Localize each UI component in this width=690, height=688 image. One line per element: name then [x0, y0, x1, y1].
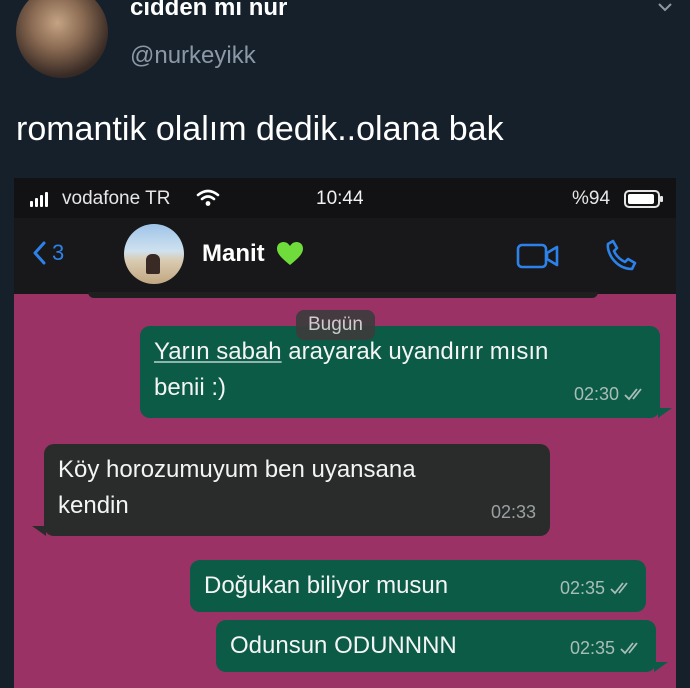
tweet-text: romantik olalım dedik..olana bak — [16, 110, 504, 148]
contact-name[interactable]: Manit — [202, 240, 265, 268]
unread-count: 3 — [52, 240, 65, 265]
green-heart-icon — [277, 242, 303, 265]
message-text: kendin — [58, 492, 129, 519]
message-bubble-outgoing[interactable]: Doğukan biliyor musun 02:35 — [190, 560, 646, 612]
message-text: Köy horozumuyum ben uyansana — [58, 456, 416, 483]
phone-icon[interactable] — [604, 238, 638, 272]
video-camera-icon[interactable] — [516, 242, 560, 270]
status-time: 10:44 — [316, 188, 364, 209]
back-button[interactable]: 3 — [32, 240, 64, 266]
battery-percent: %94 — [572, 188, 611, 209]
status-bar: vodafone TR 10:44 %94 — [14, 178, 676, 218]
message-time: 02:30 — [573, 384, 619, 404]
message-meta: 02:30 — [574, 376, 646, 412]
message-bubble-outgoing[interactable]: Odunsun ODUNNNN 02:35 — [216, 620, 668, 672]
chevron-down-icon[interactable] — [656, 0, 674, 16]
message-link-text[interactable]: Yarın sabah — [154, 338, 282, 365]
message-time: 02:33 — [490, 502, 536, 522]
message-meta: 02:35 — [570, 630, 642, 666]
message-bubble-outgoing[interactable]: Yarın sabah arayarak uyandırır mısın ben… — [140, 326, 672, 418]
message-time: 02:35 — [569, 638, 615, 658]
chevron-left-icon — [33, 241, 46, 265]
message-bubble-incoming[interactable]: Köy horozumuyum ben uyansana kendin 02:3… — [32, 444, 550, 536]
double-check-icon — [610, 582, 628, 595]
author-avatar[interactable] — [16, 0, 108, 78]
wifi-icon — [196, 189, 220, 206]
date-separator: Bugün — [296, 310, 375, 340]
previous-message-edge — [88, 292, 598, 298]
message-time: 02:35 — [559, 578, 605, 598]
message-meta: 02:35 — [560, 570, 632, 606]
author-handle[interactable]: @nurkeyikk — [130, 42, 256, 70]
double-check-icon — [620, 642, 638, 655]
contact-avatar[interactable] — [124, 224, 184, 284]
chat-header: 3 Manit — [14, 218, 676, 294]
message-text: arayarak uyandırır mısın — [281, 338, 549, 365]
signal-bars-icon — [30, 192, 48, 207]
double-check-icon — [624, 388, 642, 401]
message-text: benii :) — [154, 374, 227, 401]
author-display-name[interactable]: cidden mi nur — [130, 0, 287, 22]
battery-icon — [624, 190, 663, 208]
carrier-label: vodafone TR — [62, 188, 171, 209]
chat-screenshot[interactable]: vodafone TR 10:44 %94 3 Manit Yarın saba… — [14, 178, 676, 688]
